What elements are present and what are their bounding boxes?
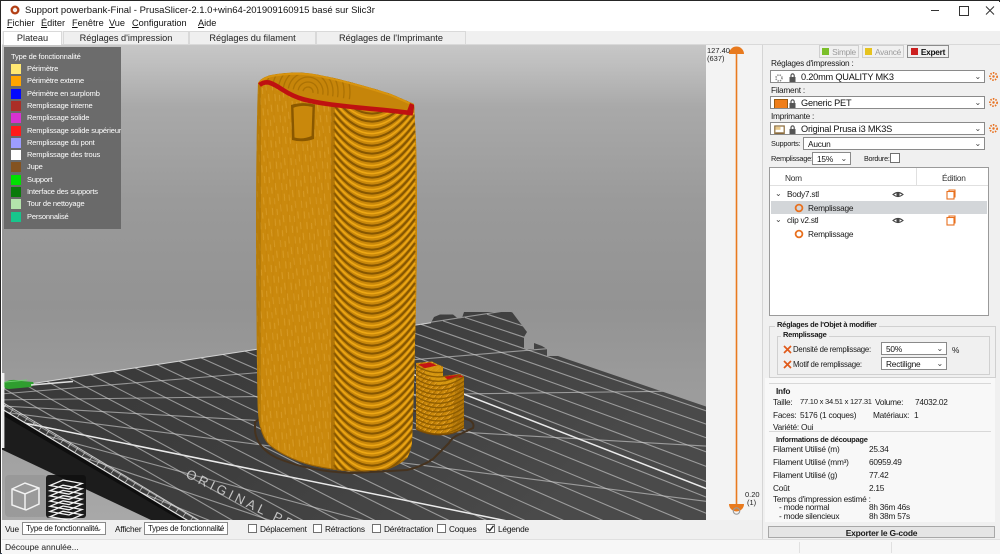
svg-text:(637): (637) [707,54,725,63]
svg-text:(1): (1) [747,498,757,507]
